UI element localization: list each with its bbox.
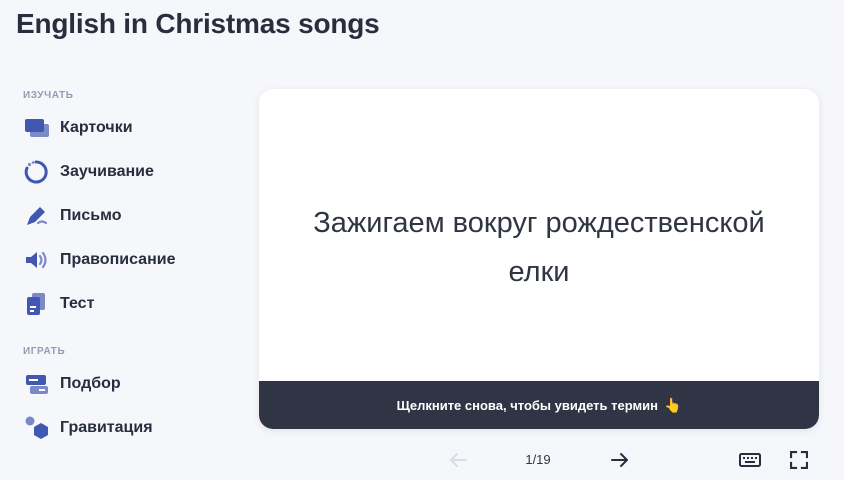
sidebar-item-gravity[interactable]: Гравитация — [24, 412, 224, 444]
match-icon — [24, 370, 52, 398]
section-label-study: ИЗУЧАТЬ — [23, 90, 74, 101]
previous-card-button[interactable] — [446, 449, 470, 471]
sidebar-item-label: Гравитация — [60, 419, 153, 436]
flashcard-hint-bar[interactable]: Щелкните снова, чтобы увидеть термин 👆 — [259, 381, 819, 429]
flashcard-definition: Зажигаем вокруг рождественской елки — [313, 207, 765, 288]
sidebar-item-test[interactable]: Тест — [24, 288, 224, 320]
flashcard-hint-text: Щелкните снова, чтобы увидеть термин — [396, 397, 658, 413]
sidebar-item-label: Подбор — [60, 375, 121, 392]
next-card-button[interactable] — [608, 449, 632, 471]
flashcard[interactable]: Зажигаем вокруг рождественской елки Щелк… — [259, 89, 819, 429]
sidebar-item-label: Заучивание — [60, 163, 154, 180]
keyboard-icon — [739, 453, 761, 467]
card-counter: 1/19 — [525, 452, 551, 467]
keyboard-shortcuts-button[interactable] — [738, 450, 762, 470]
pointing-hand-icon: 👆 — [663, 396, 682, 413]
sidebar: ИЗУЧАТЬ Карточки Заучивание Письмо Право… — [0, 0, 250, 480]
flashcards-icon — [24, 114, 52, 142]
sidebar-item-label: Правописание — [60, 251, 176, 268]
fullscreen-button[interactable] — [788, 450, 810, 470]
fullscreen-icon — [790, 451, 808, 469]
sidebar-item-learn[interactable]: Заучивание — [24, 156, 224, 188]
arrow-left-icon — [450, 453, 467, 467]
spell-icon — [24, 246, 52, 274]
write-icon — [24, 202, 52, 230]
section-label-play: ИГРАТЬ — [23, 346, 66, 357]
arrow-right-icon — [611, 453, 628, 467]
sidebar-item-label: Письмо — [60, 207, 122, 224]
learn-icon — [24, 158, 52, 186]
sidebar-item-label: Карточки — [60, 119, 133, 136]
test-icon — [24, 290, 52, 318]
gravity-icon — [24, 414, 52, 442]
sidebar-item-match[interactable]: Подбор — [24, 368, 224, 400]
sidebar-item-write[interactable]: Письмо — [24, 200, 224, 232]
sidebar-item-spell[interactable]: Правописание — [24, 244, 224, 276]
sidebar-item-flashcards[interactable]: Карточки — [24, 112, 224, 144]
sidebar-item-label: Тест — [60, 295, 95, 312]
